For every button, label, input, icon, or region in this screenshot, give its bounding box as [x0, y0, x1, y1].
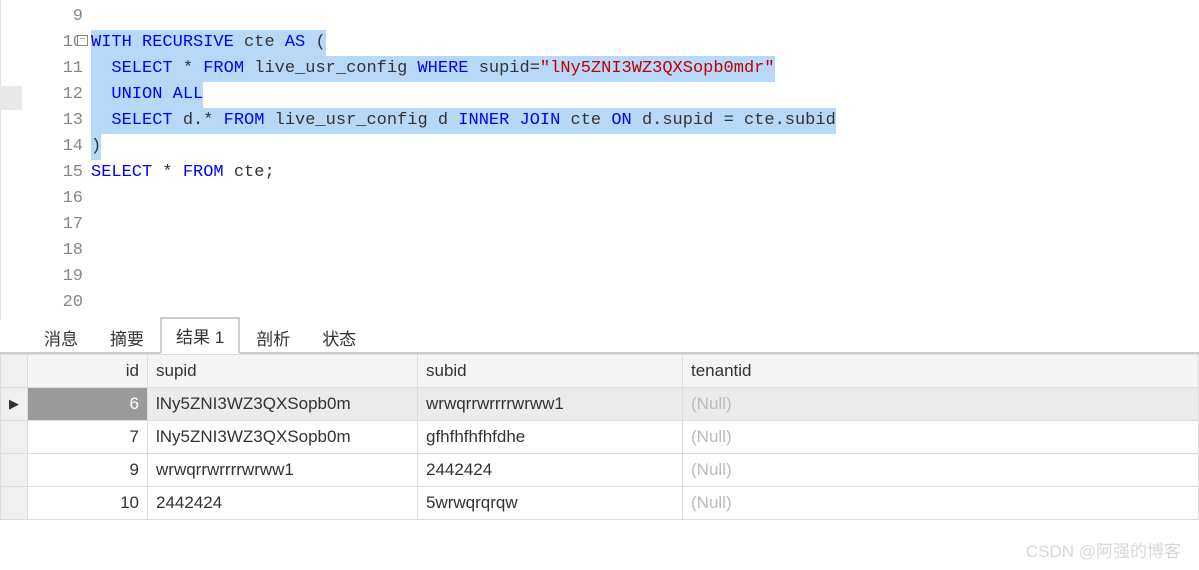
code-line[interactable]: SELECT * FROM cte;: [91, 160, 1199, 186]
cell[interactable]: wrwqrrwrrrrwrww1: [148, 454, 418, 487]
cell[interactable]: lNy5ZNI3WZ3QXSopb0m: [148, 388, 418, 421]
code-line[interactable]: [91, 212, 1199, 238]
line-number: 15: [1, 160, 83, 186]
tab-4[interactable]: 状态: [306, 319, 372, 354]
code-line[interactable]: [91, 264, 1199, 290]
code-line[interactable]: [91, 186, 1199, 212]
results-grid[interactable]: idsupidsubidtenantid▶6lNy5ZNI3WZ3QXSopb0…: [0, 354, 1199, 520]
row-indicator-header: [1, 355, 28, 388]
line-number-gutter: 91011121314151617181920: [1, 0, 91, 320]
tab-1[interactable]: 摘要: [94, 319, 160, 354]
cell[interactable]: 2442424: [418, 454, 683, 487]
line-number: 10: [1, 30, 83, 56]
fold-marker-icon[interactable]: −: [77, 35, 88, 46]
grid-header-row: idsupidsubidtenantid: [1, 355, 1199, 388]
code-line[interactable]: [91, 238, 1199, 264]
column-header-supid[interactable]: supid: [148, 355, 418, 388]
line-number: 14: [1, 134, 83, 160]
tab-0[interactable]: 消息: [28, 319, 94, 354]
code-area[interactable]: − WITH RECURSIVE cte AS ( SELECT * FROM …: [91, 0, 1199, 320]
watermark: CSDN @阿强的博客: [1026, 537, 1181, 562]
tab-2[interactable]: 结果 1: [160, 317, 240, 354]
cell[interactable]: gfhfhfhfhfdhe: [418, 421, 683, 454]
code-line[interactable]: [91, 290, 1199, 316]
table-row[interactable]: ▶6lNy5ZNI3WZ3QXSopb0mwrwqrrwrrrrwrww1(Nu…: [1, 388, 1199, 421]
cell[interactable]: (Null): [683, 421, 1199, 454]
table-row[interactable]: 1024424245wrwqrqrqw(Null): [1, 487, 1199, 520]
line-number: 19: [1, 264, 83, 290]
sql-editor[interactable]: 91011121314151617181920 − WITH RECURSIVE…: [0, 0, 1199, 320]
table-row[interactable]: 7lNy5ZNI3WZ3QXSopb0mgfhfhfhfhfdhe(Null): [1, 421, 1199, 454]
line-number: 11: [1, 56, 83, 82]
code-line[interactable]: SELECT * FROM live_usr_config WHERE supi…: [91, 56, 1199, 82]
cell[interactable]: (Null): [683, 487, 1199, 520]
column-header-subid[interactable]: subid: [418, 355, 683, 388]
line-number: 9: [1, 4, 83, 30]
line-number: 17: [1, 212, 83, 238]
result-tabs: 消息摘要结果 1剖析状态: [0, 322, 1199, 354]
line-number: 18: [1, 238, 83, 264]
row-indicator[interactable]: [1, 421, 28, 454]
tab-3[interactable]: 剖析: [240, 319, 306, 354]
code-line[interactable]: [91, 4, 1199, 30]
column-header-tenantid[interactable]: tenantid: [683, 355, 1199, 388]
cell[interactable]: 7: [28, 421, 148, 454]
cell[interactable]: (Null): [683, 454, 1199, 487]
code-line[interactable]: SELECT d.* FROM live_usr_config d INNER …: [91, 108, 1199, 134]
cell[interactable]: 6: [28, 388, 148, 421]
code-line[interactable]: ): [91, 134, 1199, 160]
line-number: 16: [1, 186, 83, 212]
line-number: 13: [1, 108, 83, 134]
cell[interactable]: (Null): [683, 388, 1199, 421]
cell[interactable]: 9: [28, 454, 148, 487]
cell[interactable]: 2442424: [148, 487, 418, 520]
column-header-id[interactable]: id: [28, 355, 148, 388]
cell[interactable]: wrwqrrwrrrrwrww1: [418, 388, 683, 421]
table-row[interactable]: 9wrwqrrwrrrrwrww12442424(Null): [1, 454, 1199, 487]
row-indicator[interactable]: [1, 454, 28, 487]
row-indicator[interactable]: ▶: [1, 388, 28, 421]
cell[interactable]: lNy5ZNI3WZ3QXSopb0m: [148, 421, 418, 454]
code-line[interactable]: WITH RECURSIVE cte AS (: [91, 30, 1199, 56]
cell[interactable]: 5wrwqrqrqw: [418, 487, 683, 520]
row-indicator[interactable]: [1, 487, 28, 520]
line-number: 20: [1, 290, 83, 316]
cell[interactable]: 10: [28, 487, 148, 520]
side-sliver: [0, 86, 22, 110]
code-line[interactable]: UNION ALL: [91, 82, 1199, 108]
